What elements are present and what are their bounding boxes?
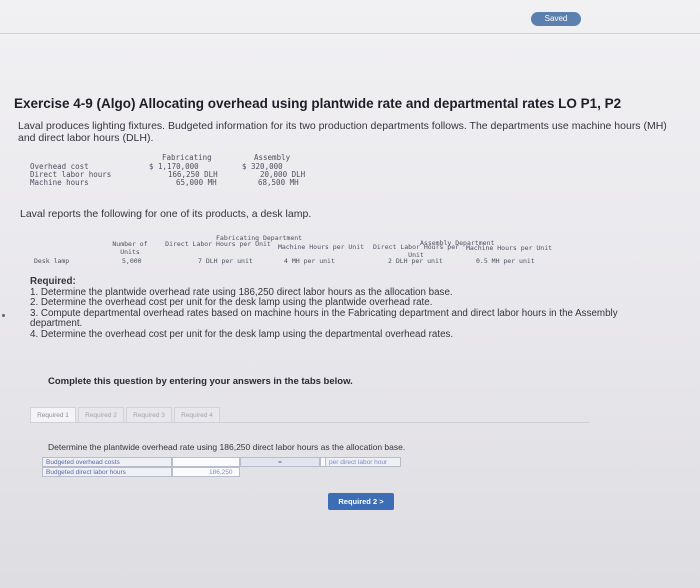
col-header-fab-mh: Machine Hours per Unit xyxy=(277,243,365,251)
row-label: Machine hours xyxy=(30,178,89,187)
required-section: Required: 1. Determine the plantwide ove… xyxy=(30,276,650,340)
required-item: 4. Determine the overhead cost per unit … xyxy=(30,328,454,340)
exercise-title: Exercise 4-9 (Algo) Allocating overhead … xyxy=(14,96,622,111)
margin-dot xyxy=(2,314,5,317)
equals-sign: = xyxy=(240,457,320,467)
tab-required-2[interactable]: Required 2 xyxy=(78,407,124,423)
col-header-units: Number of Units xyxy=(112,240,148,256)
cell: 2 DLH per unit xyxy=(388,257,443,265)
required-heading: Required: xyxy=(30,276,76,287)
intro-text: Laval produces lighting fixtures. Budget… xyxy=(18,120,667,144)
cell: 5,000 xyxy=(122,257,142,265)
reports-text: Laval reports the following for one of i… xyxy=(20,208,312,220)
complete-instruction: Complete this question by entering your … xyxy=(48,376,353,387)
tab-required-1[interactable]: Required 1 xyxy=(30,407,76,423)
col-header-fab-dlh: Direct Labor Hours per Unit xyxy=(165,240,271,248)
col-header-asm-mh: Machine Hours per Unit xyxy=(465,244,553,252)
next-required-button[interactable]: Required 2 > xyxy=(328,493,394,510)
determine-instruction: Determine the plantwide overhead rate us… xyxy=(48,442,406,452)
budgeted-direct-labor-hours-input[interactable]: 186,250 xyxy=(172,467,240,477)
cell: 68,500 MH xyxy=(258,178,299,187)
tab-underline xyxy=(30,422,590,423)
saved-status-badge: Saved xyxy=(531,12,581,26)
tab-required-3[interactable]: Required 3 xyxy=(126,407,172,423)
page: Saved Exercise 4-9 (Algo) Allocating ove… xyxy=(0,0,700,588)
required-item: 3. Compute departmental overhead rates b… xyxy=(30,307,618,329)
row-label: Desk lamp xyxy=(34,257,70,265)
budgeted-overhead-costs-input[interactable] xyxy=(172,457,240,467)
required-item: 2. Determine the overhead cost per unit … xyxy=(30,297,433,308)
budgeted-overhead-costs-label: Budgeted overhead costs xyxy=(42,457,172,467)
cell: 0.5 MH per unit xyxy=(476,257,535,265)
cell: 4 MH per unit xyxy=(284,257,335,265)
cell: 65,000 MH xyxy=(176,178,217,187)
tab-required-4[interactable]: Required 4 xyxy=(174,407,220,423)
cell: 7 DLH per unit xyxy=(198,257,253,265)
rate-unit-label: per direct labor hour xyxy=(325,457,401,467)
budgeted-direct-labor-hours-label: Budgeted direct labor hours xyxy=(42,467,172,477)
top-divider xyxy=(0,33,700,34)
